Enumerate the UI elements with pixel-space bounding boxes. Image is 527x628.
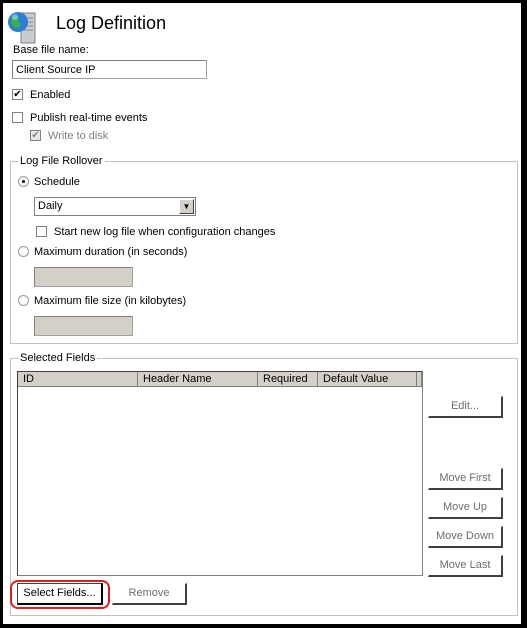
column-header-required[interactable]: Required xyxy=(258,372,318,387)
schedule-label: Schedule xyxy=(34,176,80,188)
selected-fields-title: Selected Fields xyxy=(18,352,98,364)
schedule-select-value: Daily xyxy=(38,200,63,212)
start-new-log-checkbox[interactable] xyxy=(36,226,47,237)
move-down-button[interactable]: Move Down xyxy=(428,526,503,548)
log-file-rollover-title: Log File Rollover xyxy=(18,155,105,167)
column-header-default-value[interactable]: Default Value xyxy=(318,372,417,387)
move-up-button[interactable]: Move Up xyxy=(428,497,503,519)
globe-server-icon xyxy=(7,8,41,44)
log-definition-panel: Log Definition Base file name: ✔ Enabled… xyxy=(3,3,521,624)
max-duration-radio[interactable] xyxy=(18,246,29,257)
chevron-down-icon[interactable]: ▼ xyxy=(179,199,194,214)
move-first-button[interactable]: Move First xyxy=(428,468,503,490)
write-to-disk-checkbox[interactable]: ✔ xyxy=(30,130,41,141)
max-duration-input[interactable] xyxy=(34,267,133,287)
edit-button[interactable]: Edit... xyxy=(428,396,503,418)
start-new-log-label: Start new log file when configuration ch… xyxy=(54,226,276,238)
fields-list[interactable]: ID Header Name Required Default Value xyxy=(17,371,423,576)
enabled-checkbox[interactable]: ✔ xyxy=(12,89,23,100)
max-size-radio[interactable] xyxy=(18,295,29,306)
max-duration-label: Maximum duration (in seconds) xyxy=(34,246,188,258)
schedule-select[interactable]: Daily ▼ xyxy=(34,197,196,216)
column-header-filler xyxy=(417,372,422,387)
publish-realtime-checkbox[interactable] xyxy=(12,112,23,123)
max-size-input[interactable] xyxy=(34,316,133,336)
max-size-label: Maximum file size (in kilobytes) xyxy=(34,295,187,307)
publish-realtime-label: Publish real-time events xyxy=(30,112,148,124)
enabled-label: Enabled xyxy=(30,89,71,101)
schedule-radio[interactable] xyxy=(18,176,29,187)
base-file-name-input[interactable] xyxy=(12,60,207,79)
column-header-id[interactable]: ID xyxy=(18,372,138,387)
column-header-header-name[interactable]: Header Name xyxy=(138,372,258,387)
move-last-button[interactable]: Move Last xyxy=(428,555,503,577)
write-to-disk-label: Write to disk xyxy=(48,130,109,142)
select-fields-button[interactable]: Select Fields... xyxy=(17,583,103,605)
remove-button[interactable]: Remove xyxy=(112,583,187,605)
base-file-name-label: Base file name: xyxy=(13,44,89,56)
page-title: Log Definition xyxy=(56,13,167,33)
